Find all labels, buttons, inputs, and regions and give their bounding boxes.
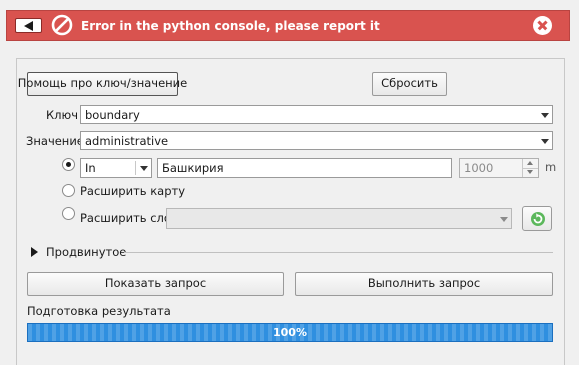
value-combobox[interactable]: administrative xyxy=(80,131,553,150)
chevron-down-icon xyxy=(140,166,148,171)
refresh-layers-button[interactable] xyxy=(522,206,552,231)
value-value: administrative xyxy=(85,133,169,148)
error-message: Error in the python console, please repo… xyxy=(81,19,380,33)
back-button[interactable] xyxy=(15,18,42,33)
key-label: Ключ xyxy=(46,108,78,122)
extend-map-label[interactable]: Расширить карту xyxy=(80,184,185,198)
place-value: Башкирия xyxy=(162,161,224,175)
chevron-down-icon xyxy=(541,112,549,118)
spin-down-icon[interactable] xyxy=(522,168,538,177)
back-arrow-icon xyxy=(24,21,33,31)
chevron-down-icon xyxy=(500,216,508,222)
error-banner: Error in the python console, please repo… xyxy=(6,10,570,41)
place-input[interactable]: Башкирия xyxy=(157,158,452,178)
close-icon[interactable] xyxy=(533,16,552,35)
distance-value: 1000 xyxy=(464,161,494,175)
advanced-divider xyxy=(124,252,553,253)
advanced-label[interactable]: Продвинутое xyxy=(46,245,126,259)
show-query-button[interactable]: Показать запрос xyxy=(27,272,284,296)
extend-map-radio[interactable] xyxy=(62,184,75,197)
prohibited-icon xyxy=(51,14,73,36)
progress-label: Подготовка результата xyxy=(27,304,171,318)
progress-bar: 100% xyxy=(27,323,553,342)
key-combobox[interactable]: boundary xyxy=(80,105,553,124)
key-value: boundary xyxy=(85,107,140,122)
location-mode-value: In xyxy=(85,161,96,175)
chevron-down-icon xyxy=(541,138,549,144)
run-query-button[interactable]: Выполнить запрос xyxy=(295,272,553,296)
help-key-value-button[interactable]: Помощь про ключ/значение xyxy=(18,72,187,96)
expand-triangle-icon[interactable] xyxy=(31,247,38,257)
refresh-icon xyxy=(531,212,545,226)
reset-button[interactable]: Сбросить xyxy=(372,72,447,96)
distance-spinbox[interactable]: 1000 xyxy=(459,158,539,178)
extend-layer-label[interactable]: Расширить слой xyxy=(80,211,178,225)
location-radio[interactable] xyxy=(62,158,75,171)
progress-text: 100% xyxy=(273,326,307,339)
layer-combobox[interactable] xyxy=(166,208,512,229)
location-mode-combobox[interactable]: In xyxy=(80,158,152,178)
extend-layer-radio[interactable] xyxy=(62,207,75,220)
value-label: Значение xyxy=(26,134,84,148)
distance-unit: m xyxy=(545,160,557,174)
